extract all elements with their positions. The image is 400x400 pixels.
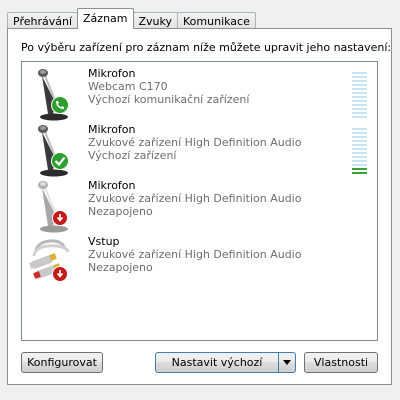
level-meter-segment xyxy=(352,76,367,78)
device-item-hd-audio-mic-default[interactable]: Mikrofon Zvukové zařízení High Definitio… xyxy=(22,122,377,178)
set-default-button[interactable]: Nastavit výchozí xyxy=(155,352,279,373)
tab-recording[interactable]: Záznam xyxy=(77,8,134,29)
properties-button[interactable]: Vlastnosti xyxy=(304,352,378,373)
set-default-dropdown-button[interactable] xyxy=(278,352,296,373)
level-meter-segment xyxy=(352,132,367,134)
set-default-split-button: Nastavit výchozí xyxy=(155,352,296,373)
level-meter-segment xyxy=(352,164,367,166)
checkmark-badge-icon xyxy=(51,152,69,170)
level-meter xyxy=(352,126,367,176)
level-meter-segment xyxy=(352,172,367,174)
unplugged-badge-icon xyxy=(52,266,68,282)
level-meter-segment xyxy=(352,140,367,142)
tab-communications[interactable]: Komunikace xyxy=(177,12,256,29)
device-status: Výchozí zařízení xyxy=(88,149,177,162)
tab-sounds[interactable]: Zvuky xyxy=(132,12,179,29)
device-description: Zvukové zařízení High Definition Audio xyxy=(88,136,302,149)
device-text: Mikrofon Zvukové zařízení High Definitio… xyxy=(88,179,301,218)
level-meter-segment xyxy=(352,156,367,158)
level-meter-segment xyxy=(352,168,367,170)
device-item-webcam-mic[interactable]: Mikrofon Webcam C170 Výchozí komunikační… xyxy=(22,66,377,122)
level-meter-segment xyxy=(352,160,367,162)
device-item-line-in[interactable]: Vstup Zvukové zařízení High Definition A… xyxy=(22,234,377,290)
level-meter-segment xyxy=(352,92,367,94)
chevron-down-icon xyxy=(283,360,291,365)
level-meter-segment xyxy=(352,136,367,138)
configure-button[interactable]: Konfigurovat xyxy=(21,352,103,373)
device-list[interactable]: Mikrofon Webcam C170 Výchozí komunikační… xyxy=(21,61,378,341)
tab-strip: Přehrávání Záznam Zvuky Komunikace xyxy=(7,8,256,29)
device-name: Mikrofon xyxy=(88,67,136,80)
tab-playback[interactable]: Přehrávání xyxy=(7,12,79,29)
device-name: Vstup xyxy=(88,235,120,248)
level-meter-segment xyxy=(352,112,367,114)
device-status: Výchozí komunikační zařízení xyxy=(88,93,250,106)
level-meter-segment xyxy=(352,116,367,118)
instruction-text: Po výběru zařízení pro záznam níže můžet… xyxy=(21,41,392,54)
level-meter-segment xyxy=(352,152,367,154)
level-meter-segment xyxy=(352,84,367,86)
device-text: Mikrofon Zvukové zařízení High Definitio… xyxy=(88,123,301,162)
phone-badge-icon xyxy=(51,96,69,114)
level-meter-segment xyxy=(352,104,367,106)
level-meter-segment xyxy=(352,148,367,150)
device-status: Nezapojeno xyxy=(88,261,153,274)
device-name: Mikrofon xyxy=(88,179,136,192)
level-meter xyxy=(352,70,367,120)
device-text: Mikrofon Webcam C170 Výchozí komunikační… xyxy=(88,67,249,106)
device-name: Mikrofon xyxy=(88,123,136,136)
level-meter-segment xyxy=(352,108,367,110)
level-meter-segment xyxy=(352,88,367,90)
device-text: Vstup Zvukové zařízení High Definition A… xyxy=(88,235,301,274)
level-meter-segment xyxy=(352,128,367,130)
device-status: Nezapojeno xyxy=(88,205,153,218)
level-meter-segment xyxy=(352,80,367,82)
recording-panel: Po výběru zařízení pro záznam níže můžet… xyxy=(7,28,392,385)
level-meter-segment xyxy=(352,72,367,74)
device-item-hd-audio-mic-unplugged[interactable]: Mikrofon Zvukové zařízení High Definitio… xyxy=(22,178,377,234)
level-meter-segment xyxy=(352,100,367,102)
level-meter-segment xyxy=(352,96,367,98)
level-meter-segment xyxy=(352,144,367,146)
device-description: Webcam C170 xyxy=(88,80,168,93)
unplugged-badge-icon xyxy=(52,210,68,226)
device-description: Zvukové zařízení High Definition Audio xyxy=(88,248,302,261)
device-description: Zvukové zařízení High Definition Audio xyxy=(88,192,302,205)
